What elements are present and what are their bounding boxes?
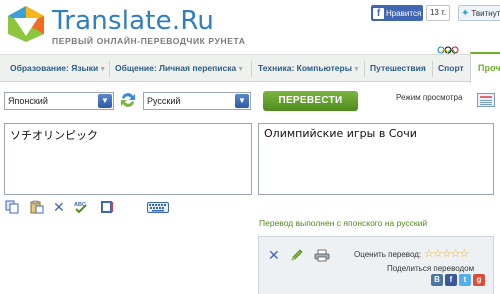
source-text-input[interactable]: ソチオリンピック [4, 123, 252, 195]
paste-icon[interactable] [30, 200, 44, 214]
google-plus-share-icon[interactable]: g [473, 274, 485, 286]
share-translation-label: Поделиться переводом [387, 264, 475, 273]
twitter-bird-icon: ✦ [461, 7, 470, 19]
facebook-share-icon[interactable]: f [445, 274, 457, 286]
clear-icon[interactable]: ✕ [53, 200, 67, 214]
share-buttons: B f t g [431, 274, 485, 286]
translate-button[interactable]: ПЕРЕВЕСТИ [263, 91, 358, 111]
swap-languages-icon[interactable] [119, 91, 137, 109]
logo-icon [8, 6, 44, 42]
spellcheck-icon[interactable]: ABC [74, 200, 88, 214]
twitter-tweet-button[interactable]: ✦ Твитнуть [458, 5, 500, 21]
logo-subtitle: ПЕРВЫЙ ОНЛАЙН-ПЕРЕВОДЧИК РУНЕТА [52, 36, 246, 46]
translation-status: Перевод выполнен с японского на русский [259, 218, 428, 228]
logo-title: Translate.Ru [52, 6, 215, 36]
copy-icon[interactable] [5, 200, 19, 214]
dictionary-icon[interactable] [100, 200, 114, 214]
rate-translation-label: Оценить перевод: [354, 250, 422, 259]
chevron-down-icon: ▼ [98, 94, 112, 108]
chevron-down-icon: ▼ [235, 94, 249, 108]
source-language-value: Японский [8, 96, 48, 106]
vk-share-icon[interactable]: B [431, 274, 443, 286]
edit-pencil-icon[interactable] [290, 249, 304, 262]
nav-item-sport[interactable]: Спорт [438, 63, 464, 73]
twitter-share-icon[interactable]: t [459, 274, 471, 286]
topic-nav-bar: Образование: Языки▼ Общение: Личная пере… [0, 54, 500, 82]
nav-item-technology[interactable]: Техника: Компьютеры▼ [258, 63, 360, 73]
dropdown-arrow-icon: ▼ [99, 66, 107, 73]
facebook-like-button[interactable]: f Нравится [371, 5, 423, 21]
dropdown-arrow-icon: ▼ [237, 66, 245, 73]
twitter-label: Твитнуть [471, 8, 500, 18]
rating-stars[interactable]: ☆☆☆☆☆ [424, 247, 469, 260]
nav-item-education[interactable]: Образование: Языки▼ [10, 63, 106, 73]
facebook-like-label: Нравится [386, 8, 422, 18]
print-icon[interactable] [314, 249, 330, 262]
nav-item-communication[interactable]: Общение: Личная переписка▼ [115, 63, 244, 73]
dropdown-arrow-icon: ▼ [352, 66, 360, 73]
source-language-select[interactable]: Японский ▼ [4, 92, 114, 110]
virtual-keyboard-icon[interactable] [147, 200, 169, 214]
nav-item-travel[interactable]: Путешествия [370, 63, 426, 73]
target-language-select[interactable]: Русский ▼ [143, 92, 251, 110]
close-icon[interactable]: ✕ [268, 248, 280, 262]
facebook-like-count: 13 т. [426, 5, 450, 21]
nav-item-other-active[interactable]: Проч [470, 52, 500, 83]
result-text-output[interactable]: Олимпийские игры в Сочи [258, 123, 494, 195]
view-mode-label: Режим просмотра [396, 93, 463, 102]
logo[interactable]: Translate.Ru ПЕРВЫЙ ОНЛАЙН-ПЕРЕВОДЧИК РУ… [6, 4, 266, 50]
facebook-icon: f [373, 7, 384, 19]
view-mode-icon[interactable] [477, 93, 495, 107]
target-language-value: Русский [147, 96, 181, 106]
